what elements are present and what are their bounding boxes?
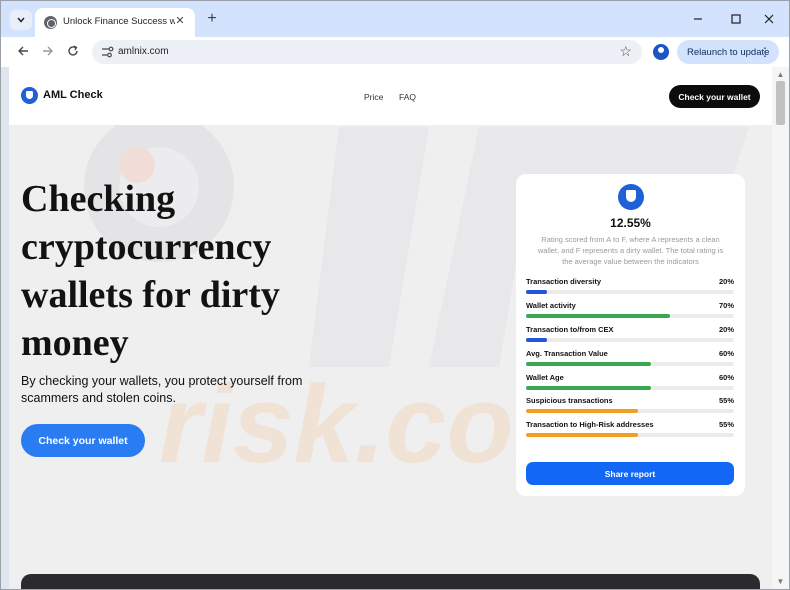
metric-value: 20% (718, 325, 734, 334)
tab-strip: Unlock Finance Success with AML ✕ + (1, 1, 789, 37)
relaunch-button[interactable]: Relaunch to update ⋮ (677, 40, 779, 64)
arrow-right-icon (43, 46, 53, 56)
scrollbar-thumb[interactable] (776, 81, 785, 125)
browser-tab-active[interactable]: Unlock Finance Success with AML ✕ (35, 8, 195, 37)
nav-link-price[interactable]: Price (364, 92, 383, 102)
scroll-down-icon[interactable]: ▼ (776, 577, 785, 586)
shield-logo-icon (21, 87, 38, 104)
metric-label: Transaction diversity (526, 277, 602, 286)
metric-label: Wallet Age (526, 373, 564, 382)
new-tab-button[interactable]: + (204, 11, 220, 28)
metric-row: Transaction to/from CEX 20% (526, 325, 734, 347)
metric-track (526, 362, 734, 366)
metric-track (526, 290, 734, 294)
hero-title: Checking cryptocurrency wallets for dirt… (21, 178, 280, 364)
more-menu-icon[interactable]: ⋮ (759, 45, 771, 59)
tab-title: Unlock Finance Success with AML (63, 16, 175, 27)
relaunch-label: Relaunch to update (687, 46, 770, 58)
profile-avatar[interactable] (653, 44, 669, 60)
site-header: AML Check Price FAQ Check your wallet (9, 67, 772, 125)
metric-track (526, 314, 734, 318)
metric-bar (526, 290, 547, 294)
hero-check-wallet-button[interactable]: Check your wallet (21, 424, 145, 457)
metric-label: Suspicious transactions (526, 396, 613, 405)
browser-window: Unlock Finance Success with AML ✕ + amln… (0, 0, 790, 590)
metric-bar (526, 314, 670, 318)
minimize-icon (694, 18, 702, 20)
metric-row: Suspicious transactions 55% (526, 396, 734, 418)
hero-subtitle: By checking your wallets, you protect yo… (21, 374, 303, 405)
maximize-icon (731, 14, 741, 24)
rating-description: Rating scored from A to F, where A repre… (537, 235, 724, 266)
arrow-left-icon (18, 46, 28, 56)
metric-row: Transaction diversity 20% (526, 277, 734, 299)
metric-label: Wallet activity (526, 301, 576, 310)
address-bar[interactable]: amlnix.com ☆ (92, 40, 642, 64)
metric-label: Transaction to High-Risk addresses (526, 420, 654, 429)
tab-search-button[interactable] (10, 10, 32, 30)
metric-bar (526, 338, 547, 342)
page-viewport: risk.com AML Check Price FAQ Check your … (9, 67, 772, 589)
metric-row: Wallet activity 70% (526, 301, 734, 323)
site-settings-icon[interactable] (100, 45, 114, 59)
metric-bar (526, 409, 639, 413)
shield-icon (618, 184, 644, 210)
metric-row: Wallet Age 60% (526, 373, 734, 395)
close-icon (764, 14, 774, 24)
metric-value: 55% (718, 396, 734, 405)
reload-button[interactable] (64, 43, 82, 61)
metric-track (526, 409, 734, 413)
chevron-down-icon (17, 17, 25, 23)
metric-value: 70% (718, 301, 734, 310)
metric-value: 60% (718, 349, 734, 358)
metric-track (526, 433, 734, 437)
metric-value: 60% (718, 373, 734, 382)
metric-track (526, 386, 734, 390)
reload-icon (68, 45, 78, 56)
vertical-scrollbar[interactable]: ▲ ▼ (772, 67, 789, 589)
share-report-button[interactable]: Share report (526, 462, 734, 485)
url-text[interactable]: amlnix.com (118, 46, 169, 57)
scroll-up-icon[interactable]: ▲ (776, 70, 785, 79)
metric-label: Avg. Transaction Value (526, 349, 608, 358)
metric-bar (526, 386, 651, 390)
site-logo-text[interactable]: AML Check (43, 89, 103, 101)
metric-track (526, 338, 734, 342)
metric-row: Avg. Transaction Value 60% (526, 349, 734, 371)
rating-card: 12.55% Rating scored from A to F, where … (516, 174, 745, 496)
header-check-wallet-button[interactable]: Check your wallet (669, 85, 760, 108)
rating-percent: 12.55% (610, 216, 651, 230)
metric-bar (526, 362, 651, 366)
metric-bar (526, 433, 639, 437)
close-window-button[interactable] (761, 11, 777, 27)
nav-link-faq[interactable]: FAQ (399, 92, 416, 102)
back-button[interactable] (14, 43, 32, 61)
maximize-button[interactable] (728, 11, 744, 27)
globe-icon (44, 16, 57, 29)
tab-close-icon[interactable]: ✕ (173, 14, 187, 28)
metric-label: Transaction to/from CEX (526, 325, 614, 334)
metric-value: 20% (718, 277, 734, 286)
minimize-button[interactable] (690, 11, 706, 27)
forward-button[interactable] (39, 43, 57, 61)
bookmark-star-icon[interactable]: ☆ (619, 43, 632, 60)
browser-toolbar: amlnix.com ☆ Relaunch to update ⋮ (1, 37, 789, 67)
dark-section-edge (21, 574, 760, 589)
metric-row: Transaction to High-Risk addresses 55% (526, 420, 734, 442)
metric-value: 55% (718, 420, 734, 429)
